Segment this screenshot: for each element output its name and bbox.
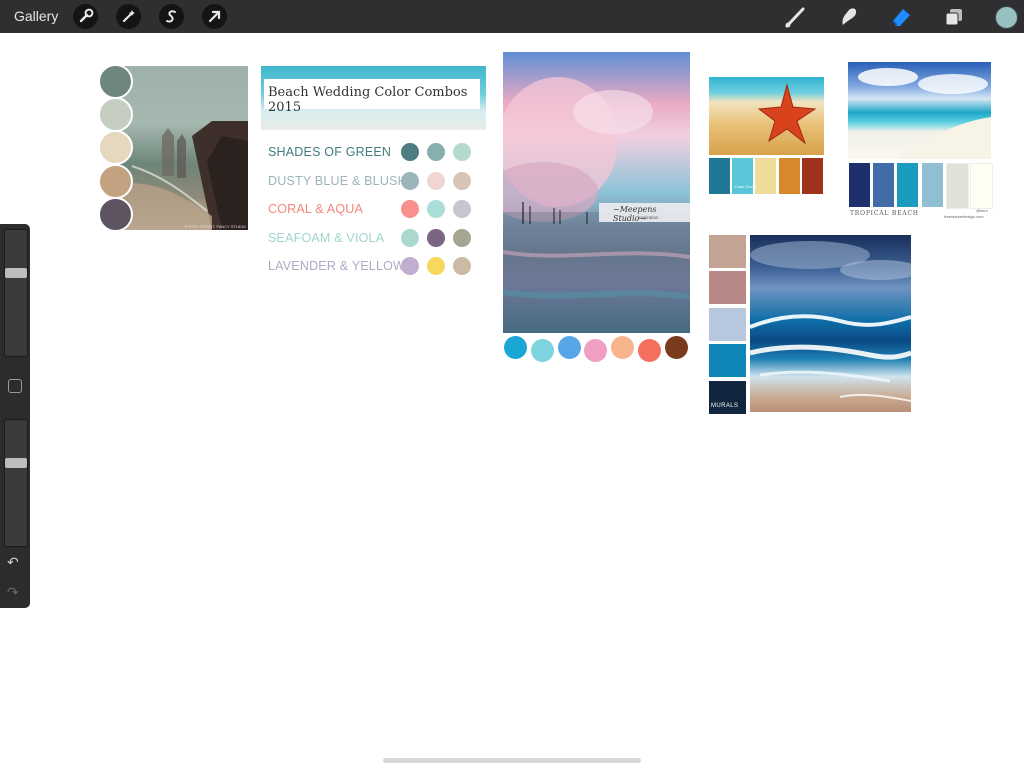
watermark-title: ~Meepens Studio~ — [613, 205, 657, 223]
selection-s-icon[interactable] — [159, 4, 184, 29]
tropical-credit-1: @kern — [976, 208, 988, 213]
sunset-color-dot — [504, 336, 527, 359]
active-color-swatch[interactable] — [995, 6, 1018, 29]
combo-label: DUSTY BLUE & BLUSH — [268, 173, 407, 188]
layers-icon[interactable] — [941, 4, 967, 30]
combo-label: SHADES OF GREEN — [268, 145, 392, 159]
tropical-swatch — [873, 163, 895, 207]
magic-wand-icon[interactable] — [116, 4, 141, 29]
murals-swatch — [709, 235, 746, 268]
sunset-color-dot — [664, 336, 688, 359]
cliff-swatch-1 — [98, 64, 133, 99]
sunset-color-dot — [638, 339, 661, 362]
combo-label: CORAL & AQUA — [268, 202, 364, 216]
combo-color-dot — [427, 171, 445, 190]
eraser-icon[interactable] — [888, 4, 914, 30]
ocean-waves-photo — [750, 235, 911, 412]
sunset-color-dot — [530, 339, 554, 362]
opacity-thumb[interactable] — [5, 458, 27, 468]
smudge-icon[interactable] — [836, 4, 862, 30]
combo-label: SEAFOAM & VIOLA — [268, 230, 385, 245]
color-cruise-label: Color Cruise — [735, 184, 758, 189]
combos-banner: Beach Wedding Color Combos 2015 — [261, 66, 486, 130]
tropical-beach-photo — [848, 62, 991, 159]
left-sidebar: ↶ ↷ — [0, 224, 30, 608]
combo-color-dot — [453, 228, 471, 247]
brush-size-thumb[interactable] — [5, 268, 27, 278]
starfish-photo — [709, 77, 824, 155]
combo-color-dot — [453, 200, 471, 218]
combo-color-dot — [401, 200, 419, 218]
combo-color-dot — [427, 200, 445, 218]
combo-color-dot — [453, 257, 471, 275]
brush-size-slider[interactable] — [4, 229, 28, 357]
tropical-swatch — [897, 163, 919, 207]
tropical-caption: TROPICAL BEACH — [850, 210, 919, 217]
top-toolbar: Gallery — [0, 0, 1024, 33]
combo-color-dot — [401, 143, 419, 161]
cliff-swatch-5 — [98, 197, 133, 232]
tropical-swatch — [921, 163, 943, 207]
combo-label: LAVENDER & YELLOW — [268, 259, 406, 273]
combo-color-dot — [453, 143, 471, 161]
cliff-swatch-2 — [98, 97, 133, 132]
starfish-swatch — [709, 158, 730, 194]
undo-icon[interactable]: ↶ — [7, 554, 19, 571]
sunset-photo: ~Meepens Studio~ inspiration — [503, 52, 690, 333]
photo-credit: PHOTO CREDIT: FANCY STUDIO — [184, 224, 246, 229]
combos-title: Beach Wedding Color Combos 2015 — [268, 85, 468, 115]
combo-color-dot — [401, 228, 419, 247]
combo-color-dot — [401, 171, 419, 190]
gallery-button[interactable]: Gallery — [14, 8, 58, 24]
opacity-slider[interactable] — [4, 419, 28, 547]
tropical-swatch — [945, 163, 969, 209]
modify-button[interactable] — [8, 379, 22, 393]
tropical-swatch — [849, 163, 870, 207]
home-indicator[interactable] — [383, 758, 641, 763]
sunset-color-dot — [557, 336, 581, 359]
murals-swatch — [709, 271, 746, 305]
murals-swatch — [709, 344, 746, 378]
sunset-color-dot — [611, 336, 635, 359]
transform-arrow-icon[interactable] — [202, 4, 227, 29]
sunset-color-dot — [584, 339, 608, 362]
starfish-swatch — [801, 158, 823, 194]
combo-color-dot — [427, 228, 445, 247]
starfish-swatch — [755, 158, 777, 194]
cliff-swatch-3 — [98, 130, 133, 165]
wrench-icon[interactable] — [73, 4, 98, 29]
tropical-credit-2: freemarketdesign.com — [944, 214, 984, 219]
brush-icon[interactable] — [783, 4, 809, 30]
watermark-subtitle: inspiration — [638, 215, 659, 220]
cliff-swatch-4 — [98, 164, 133, 199]
murals-label: MURALS — [711, 403, 739, 409]
combo-color-dot — [427, 143, 445, 161]
murals-swatch — [709, 307, 746, 341]
starfish-swatch — [778, 158, 800, 194]
combo-color-dot — [427, 257, 445, 275]
combo-color-dot — [401, 257, 419, 275]
combo-color-dot — [453, 171, 471, 190]
redo-icon[interactable]: ↷ — [7, 584, 19, 601]
tropical-swatch — [970, 163, 993, 209]
